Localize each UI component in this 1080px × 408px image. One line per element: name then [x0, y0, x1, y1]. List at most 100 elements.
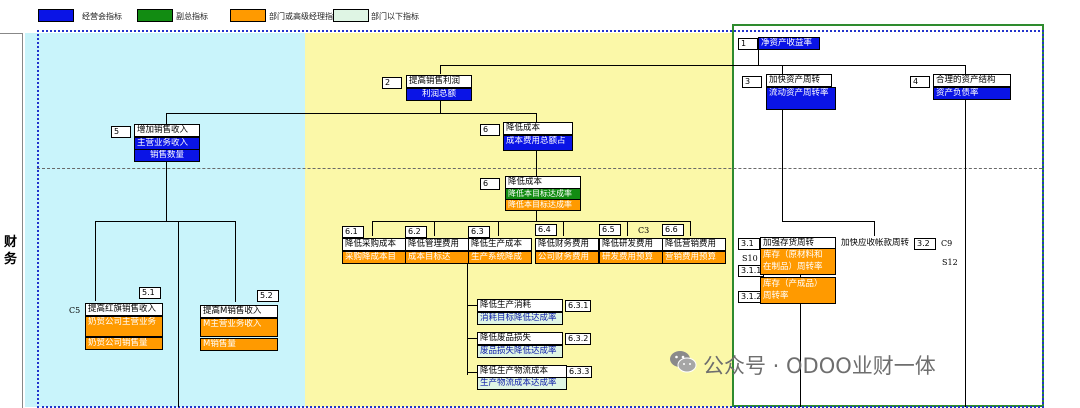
node-3-1-2-kpi-line-1: 库存（产成品） — [763, 279, 823, 289]
connector — [440, 65, 441, 74]
node-4-title: 合理的资产结构 — [933, 74, 1011, 87]
wechat-icon — [670, 351, 697, 373]
legend-swatch-vp — [137, 9, 173, 22]
node-5-number: 5 — [111, 126, 131, 138]
node-6b-number: 6 — [480, 178, 500, 190]
node-6-3-2-kpi: 废品损失降低达成率 — [477, 345, 563, 358]
legend-label-board: 经营会指标 — [82, 12, 122, 21]
node-1-number: 1 — [738, 38, 758, 50]
node-6-3-kpi: 生产系统降成 — [468, 251, 532, 264]
connector — [95, 221, 235, 222]
node-6-6-kpi: 营销费用预算 — [662, 251, 726, 264]
watermark-text: 公众号 · ODOO业财一体 — [703, 354, 936, 378]
node-5-1-code: C5 — [69, 306, 81, 315]
node-6-3-1-number: 6.3.1 — [565, 300, 591, 312]
node-3-title: 加快资产周转 — [766, 74, 832, 87]
node-3-1-1-kpi: 库存（原材料和 在制品）周转率 — [760, 248, 836, 275]
node-6-1-number: 6.1 — [342, 226, 364, 238]
node-6b-kpi-2: 降低本目标达成率 — [505, 199, 581, 211]
connector — [874, 221, 875, 236]
node-5-kpi-2: 销售数量 — [134, 149, 200, 162]
node-5-1-kpi-2: 奶贸公司销售量 — [85, 337, 163, 350]
legend-label-sub: 部门以下指标 — [371, 12, 419, 21]
node-6-5-title: 降低研发费用 — [599, 238, 663, 251]
node-5-2-kpi-1: M主营业务收入 — [200, 318, 278, 337]
node-3-2-number: 3.2 — [914, 238, 936, 250]
connector — [782, 221, 874, 222]
node-3-kpi: 流动资产周转率 — [766, 87, 836, 110]
connector — [563, 221, 564, 236]
side-label: 财务 — [4, 235, 18, 267]
node-6-3-title: 降低生产成本 — [468, 238, 532, 251]
node-6-3-1-kpi: 消耗目标降低达成率 — [477, 312, 563, 325]
connector — [166, 113, 167, 124]
node-3-1-2-kpi-line-2: 周转率 — [763, 291, 789, 301]
node-5-1-number: 5.1 — [139, 287, 161, 299]
connector — [467, 263, 468, 375]
connector — [372, 221, 690, 222]
node-3-number: 3 — [742, 76, 762, 88]
node-4-number: 4 — [910, 76, 930, 88]
node-6-4-title: 降低财务费用 — [535, 238, 599, 251]
legend-label-dept: 部门或高级经理指标 — [269, 12, 341, 21]
connector — [690, 221, 691, 236]
connector — [235, 221, 236, 302]
node-5-title: 增加销售收入 — [134, 124, 200, 137]
node-6-1-kpi: 采购降成本目 — [342, 251, 406, 264]
node-6-3-3-number: 6.3.3 — [566, 366, 592, 378]
connector — [166, 113, 536, 114]
node-5-2-number: 5.2 — [257, 290, 279, 302]
node-6-4-number: 6.4 — [535, 224, 557, 236]
node-5-2-kpi-2: M销售量 — [200, 338, 278, 351]
node-6a-kpi: 成本费用总额占 — [503, 135, 573, 151]
legend-swatch-board — [38, 9, 74, 22]
node-6-3-number: 6.3 — [468, 226, 490, 238]
connector — [434, 221, 435, 236]
node-5-2-title: 提高M销售收入 — [200, 305, 278, 318]
connector — [536, 150, 537, 176]
connector — [467, 305, 477, 306]
node-3-1-code: S10 — [742, 254, 758, 263]
side-column: 财务 — [0, 33, 23, 408]
node-3-1-1-kpi-line-1: 库存（原材料和 — [763, 250, 823, 260]
connector — [498, 221, 499, 236]
node-6-5-number: 6.5 — [599, 224, 621, 236]
node-3-1-1-kpi-line-2: 在制品）周转率 — [763, 262, 823, 272]
connector — [95, 221, 96, 301]
legend-swatch-dept — [230, 9, 266, 22]
connector — [782, 65, 783, 74]
node-2-number: 2 — [382, 77, 402, 89]
connector — [372, 221, 373, 236]
connector — [758, 48, 759, 65]
node-6-5-code: C3 — [638, 226, 650, 235]
legend-swatch-sub — [333, 9, 369, 22]
connector — [178, 221, 179, 407]
node-5-1-kpi-1: 奶贸公司主营业务 — [85, 316, 163, 337]
node-6a-title: 降低成本 — [503, 122, 573, 135]
level-divider — [37, 168, 1042, 169]
node-3-1-2-kpi: 库存（产成品） 周转率 — [760, 277, 836, 304]
node-6-2-title: 降低管理费用 — [405, 238, 469, 251]
connector — [467, 372, 477, 373]
connector — [627, 221, 628, 236]
node-1-kpi: 净资产收益率 — [758, 37, 820, 50]
connector — [782, 110, 783, 221]
connector — [440, 100, 441, 113]
node-6-2-number: 6.2 — [405, 226, 427, 238]
node-3-2-code: C9 — [941, 239, 953, 248]
node-6a-number: 6 — [480, 124, 500, 136]
node-3-2-code-2: S12 — [942, 258, 958, 267]
node-3-2-title: 加快应收帐款周转 — [841, 238, 910, 248]
legend-label-vp: 副总指标 — [176, 12, 208, 21]
node-2-kpi: 利润总额 — [406, 88, 472, 101]
node-6-1-title: 降低采购成本 — [342, 238, 406, 251]
node-6-3-1-title: 降低生产消耗 — [477, 299, 563, 312]
connector — [166, 162, 167, 221]
connector — [536, 113, 537, 122]
node-6-6-number: 6.6 — [662, 224, 684, 236]
node-6-3-2-number: 6.3.2 — [565, 333, 591, 345]
node-6-5-kpi: 研发费用预算 — [599, 251, 663, 264]
connector — [467, 338, 477, 339]
node-6-3-2-title: 降低废品损失 — [477, 332, 563, 345]
node-5-1-title: 提高红旗销售收入 — [85, 303, 163, 316]
